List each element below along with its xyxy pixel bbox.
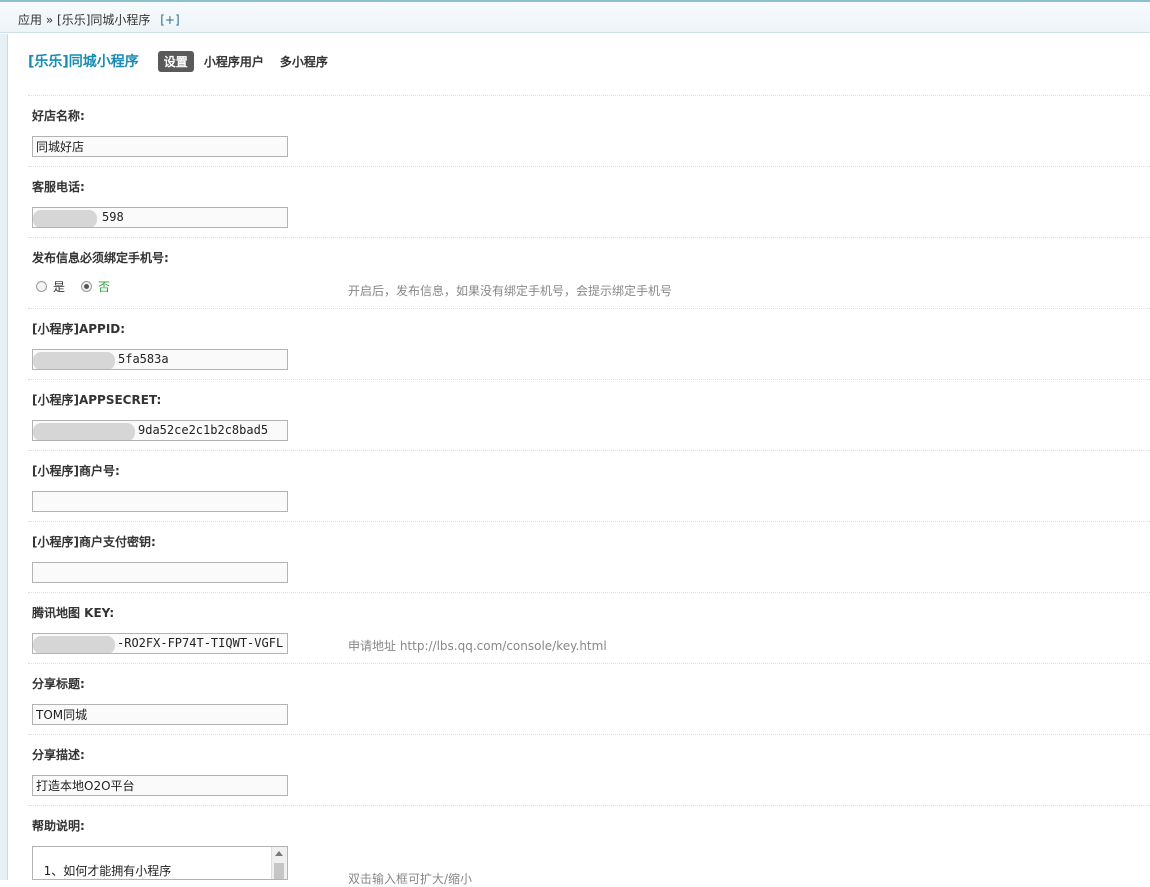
- divider: [28, 308, 1150, 309]
- share-desc-label: 分享描述:: [32, 748, 85, 762]
- help-text: 1、如何才能拥有小程序 联系lele微信官方客服QQ：800 046: [43, 864, 242, 879]
- top-bar: 应用 » [乐乐]同城小程序 [+]: [0, 0, 1150, 33]
- scroll-thumb[interactable]: [274, 863, 284, 879]
- app-title[interactable]: [乐乐]同城小程序: [28, 51, 139, 71]
- redaction-blur: [33, 352, 115, 369]
- tab-multi-miniprogram[interactable]: 多小程序: [274, 51, 334, 72]
- share-desc-field[interactable]: [32, 775, 288, 796]
- shop-name-label: 好店名称:: [32, 109, 85, 123]
- radio-yes-label[interactable]: 是: [53, 278, 65, 295]
- merchant-id-label: [小程序]商户号:: [32, 464, 120, 478]
- map-key-comment: 申请地址 http://lbs.qq.com/console/key.html: [348, 639, 607, 653]
- help-textarea[interactable]: 1、如何才能拥有小程序 联系lele微信官方客服QQ：800 046: [32, 846, 288, 880]
- breadcrumb-separator: »: [45, 13, 54, 27]
- bind-phone-radio-group: 是 否: [36, 278, 110, 295]
- merchant-key-field[interactable]: [32, 562, 288, 583]
- radio-no[interactable]: [81, 281, 93, 292]
- divider: [28, 166, 1150, 167]
- textarea-scrollbar[interactable]: [271, 847, 287, 879]
- radio-no-label[interactable]: 否: [98, 278, 110, 295]
- share-title-field[interactable]: [32, 704, 288, 725]
- appid-label: [小程序]APPID:: [32, 322, 126, 336]
- tab-settings[interactable]: 设置: [157, 50, 194, 72]
- appid-field[interactable]: 5fa583a: [32, 349, 288, 370]
- bind-phone-label: 发布信息必须绑定手机号:: [32, 251, 169, 265]
- redaction-blur: [33, 636, 115, 653]
- service-phone-value: 598: [102, 210, 124, 224]
- help-label: 帮助说明:: [32, 819, 85, 833]
- breadcrumb-root[interactable]: 应用: [18, 13, 42, 27]
- add-shortcut-button[interactable]: [+]: [160, 13, 179, 27]
- help-comment: 双击输入框可扩大/缩小: [348, 872, 473, 886]
- tab-miniprogram-users[interactable]: 小程序用户: [198, 51, 270, 72]
- divider: [28, 450, 1150, 451]
- radio-yes[interactable]: [36, 281, 47, 292]
- merchant-id-field[interactable]: [32, 491, 288, 512]
- divider: [28, 663, 1150, 664]
- appsecret-field[interactable]: 9da52ce2c1b2c8bad5: [32, 420, 288, 441]
- divider: [28, 521, 1150, 522]
- map-key-label: 腾讯地图 KEY:: [32, 606, 115, 620]
- breadcrumb-current[interactable]: [乐乐]同城小程序: [57, 13, 150, 27]
- merchant-key-label: [小程序]商户支付密钥:: [32, 535, 156, 549]
- divider: [28, 95, 1150, 96]
- service-phone-field[interactable]: 598: [32, 207, 288, 228]
- scroll-up-arrow-icon[interactable]: [275, 851, 283, 856]
- redaction-blur: [33, 423, 135, 440]
- share-title-label: 分享标题:: [32, 677, 85, 691]
- divider: [28, 805, 1150, 806]
- left-sidebar-edge: [0, 34, 8, 880]
- divider: [28, 592, 1150, 593]
- appsecret-label: [小程序]APPSECRET:: [32, 393, 162, 407]
- shop-name-field[interactable]: [32, 136, 288, 157]
- divider: [28, 379, 1150, 380]
- divider: [28, 734, 1150, 735]
- appsecret-value: 9da52ce2c1b2c8bad5: [138, 423, 269, 437]
- divider: [28, 237, 1150, 238]
- breadcrumb: 应用 » [乐乐]同城小程序 [+]: [18, 11, 180, 28]
- appid-value: 5fa583a: [118, 352, 169, 366]
- bind-phone-comment: 开启后，发布信息，如果没有绑定手机号，会提示绑定手机号: [348, 284, 673, 298]
- redaction-blur: [33, 210, 97, 227]
- map-key-value: -RO2FX-FP74T-TIQWT-VGFL: [117, 636, 284, 650]
- map-key-field[interactable]: -RO2FX-FP74T-TIQWT-VGFL: [32, 633, 288, 654]
- service-phone-label: 客服电话:: [32, 180, 85, 194]
- page-header: [乐乐]同城小程序 设置 小程序用户 多小程序: [28, 50, 338, 72]
